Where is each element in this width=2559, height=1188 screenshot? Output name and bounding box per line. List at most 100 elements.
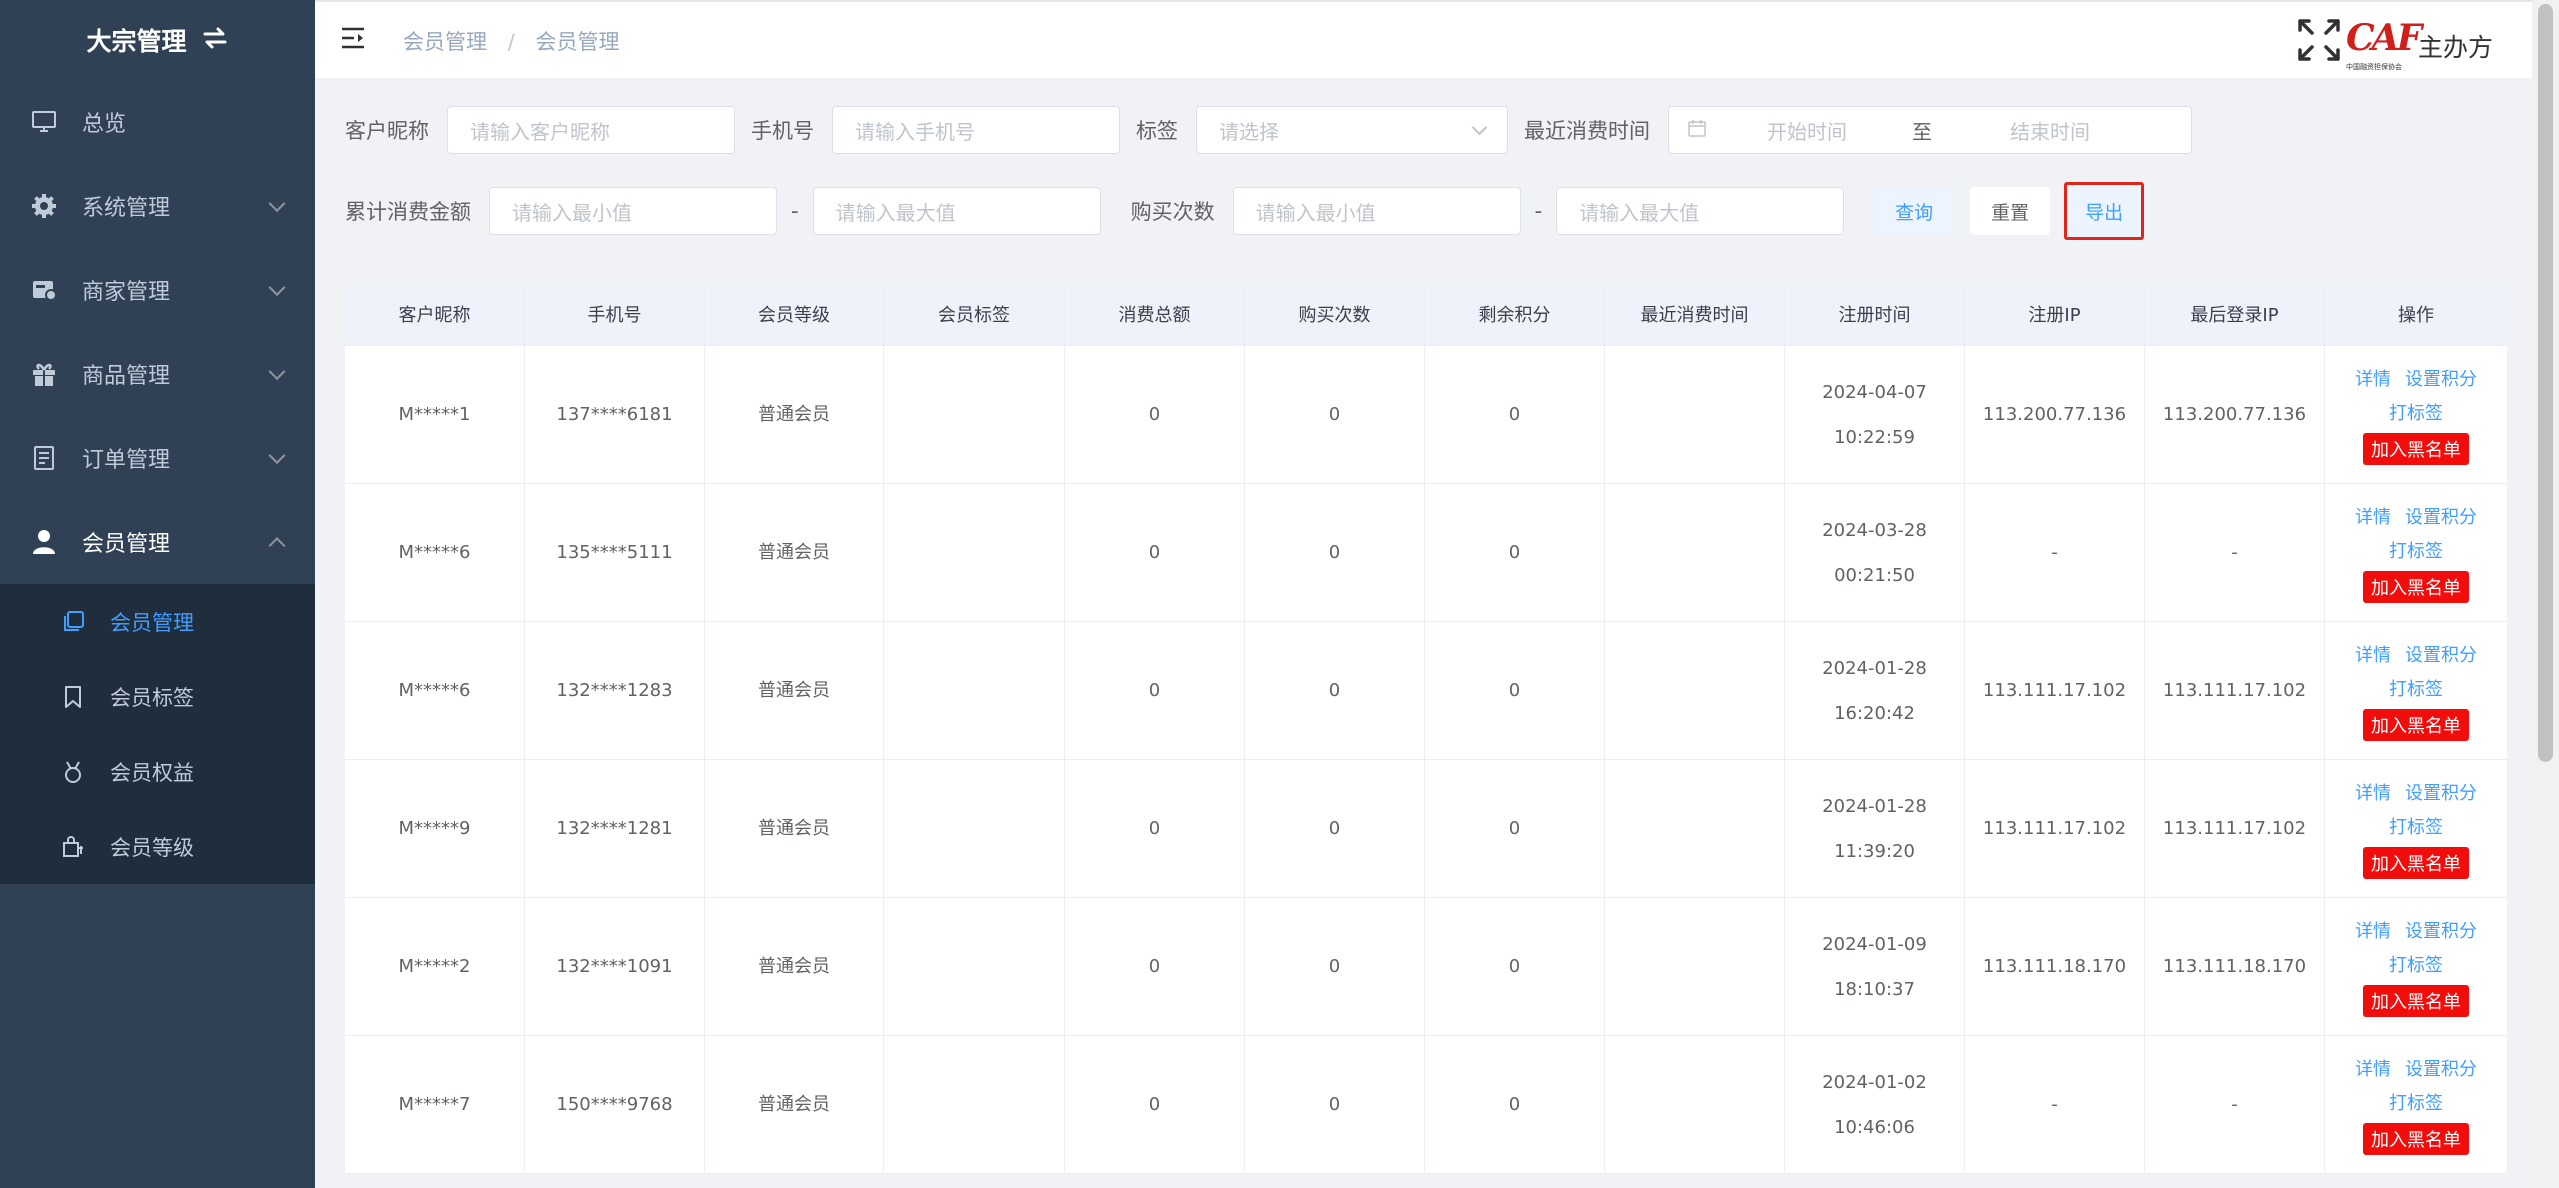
last-ip-cell: 113.111.18.170 — [2145, 898, 2325, 1035]
copy-icon — [60, 609, 86, 635]
submenu-item-member-rights[interactable]: 会员权益 — [0, 734, 315, 809]
submenu-item-member-manage[interactable]: 会员管理 — [0, 584, 315, 659]
count-min-input[interactable]: 请输入最小值 — [1232, 187, 1521, 235]
tag-link[interactable]: 打标签 — [2389, 537, 2443, 563]
export-button[interactable]: 导出 — [2064, 182, 2145, 240]
detail-link[interactable]: 详情 — [2355, 365, 2391, 391]
end-time-input[interactable]: 结束时间 — [1937, 116, 2163, 145]
detail-link[interactable]: 详情 — [2355, 503, 2391, 529]
tag-select[interactable]: 请选择 — [1196, 106, 1508, 154]
tag-link[interactable]: 打标签 — [2389, 399, 2443, 425]
amount-min-input[interactable]: 请输入最小值 — [489, 187, 777, 235]
count-cell: 0 — [1245, 622, 1425, 759]
recent-cell — [1605, 484, 1785, 621]
sidebar-item-overview[interactable]: 总览 — [0, 80, 315, 164]
chevron-down-icon — [268, 195, 286, 213]
reset-button[interactable]: 重置 — [1970, 187, 2051, 235]
chevron-down-icon — [268, 279, 286, 297]
submenu-item-label: 会员等级 — [110, 835, 194, 860]
sidebar-item-member[interactable]: 会员管理 — [0, 500, 315, 584]
recent-consume-label: 最近消费时间 — [1524, 119, 1650, 143]
nickname-input[interactable]: 请输入客户昵称 — [447, 106, 735, 154]
submenu-item-member-tag[interactable]: 会员标签 — [0, 659, 315, 734]
calendar-icon — [1687, 118, 1707, 143]
breadcrumb-item[interactable]: 会员管理 — [403, 30, 487, 54]
detail-link[interactable]: 详情 — [2355, 917, 2391, 943]
count-range-dash: - — [1534, 199, 1543, 223]
last-ip-cell: 113.200.77.136 — [2145, 346, 2325, 483]
blacklist-button[interactable]: 加入黑名单 — [2363, 432, 2469, 465]
tag-link[interactable]: 打标签 — [2389, 813, 2443, 839]
start-time-input[interactable]: 开始时间 — [1707, 116, 1907, 145]
blacklist-button[interactable]: 加入黑名单 — [2363, 1122, 2469, 1155]
caf-logo: CAF 中国融资担保协会 — [2346, 18, 2422, 74]
phone-cell: 132****1283 — [525, 622, 705, 759]
tag-link[interactable]: 打标签 — [2389, 951, 2443, 977]
detail-link[interactable]: 详情 — [2355, 779, 2391, 805]
level-cell: 普通会员 — [705, 898, 884, 1035]
scrollbar-thumb[interactable] — [2538, 4, 2553, 762]
nickname-cell: M*****2 — [345, 898, 525, 1035]
amount-label: 累计消费金额 — [345, 200, 471, 224]
bag-icon — [60, 834, 86, 860]
blacklist-button[interactable]: 加入黑名单 — [2363, 708, 2469, 741]
nickname-cell: M*****6 — [345, 484, 525, 621]
set-points-link[interactable]: 设置积分 — [2405, 917, 2477, 943]
blacklist-button[interactable]: 加入黑名单 — [2363, 570, 2469, 603]
recent-consume-daterange[interactable]: 开始时间 至 结束时间 — [1668, 106, 2192, 154]
column-header: 客户昵称 — [345, 286, 525, 345]
brand-title: 大宗管理 — [86, 27, 187, 56]
actions-cell: 详情 设置积分 打标签 加入黑名单 — [2325, 484, 2507, 621]
page-scrollbar[interactable] — [2532, 0, 2559, 1188]
sidebar-item-merchant[interactable]: 商家管理 — [0, 248, 315, 332]
query-button[interactable]: 查询 — [1874, 187, 1955, 235]
blacklist-button[interactable]: 加入黑名单 — [2363, 846, 2469, 879]
tag-select-placeholder: 请选择 — [1219, 119, 1279, 144]
breadcrumb-item: 会员管理 — [535, 30, 620, 54]
nickname-label: 客户昵称 — [345, 119, 429, 143]
set-points-link[interactable]: 设置积分 — [2405, 1055, 2477, 1081]
detail-link[interactable]: 详情 — [2355, 1055, 2391, 1081]
fullscreen-icon[interactable] — [2297, 18, 2341, 66]
set-points-link[interactable]: 设置积分 — [2405, 641, 2477, 667]
set-points-link[interactable]: 设置积分 — [2405, 779, 2477, 805]
phone-label: 手机号 — [751, 119, 814, 143]
phone-input[interactable]: 请输入手机号 — [832, 106, 1120, 154]
monitor-icon — [30, 108, 58, 136]
phone-cell: 132****1281 — [525, 760, 705, 897]
count-max-input[interactable]: 请输入最大值 — [1556, 187, 1845, 235]
detail-link[interactable]: 详情 — [2355, 641, 2391, 667]
phone-cell: 150****9768 — [525, 1036, 705, 1173]
tag-link[interactable]: 打标签 — [2389, 675, 2443, 701]
member-submenu: 会员管理 会员标签 会员权益 会员等级 — [0, 584, 315, 884]
actions-cell: 详情 设置积分 打标签 加入黑名单 — [2325, 622, 2507, 759]
range-separator: 至 — [1912, 119, 1932, 144]
swap-icon[interactable] — [201, 24, 229, 57]
hamburger-icon[interactable] — [340, 26, 366, 54]
sidebar-item-order[interactable]: 订单管理 — [0, 416, 315, 500]
last-ip-cell: 113.111.17.102 — [2145, 760, 2325, 897]
points-cell: 0 — [1425, 346, 1605, 483]
submenu-item-member-level[interactable]: 会员等级 — [0, 809, 315, 884]
table-row: M*****9 132****1281 普通会员 0 0 0 2024-01-2… — [345, 760, 2507, 898]
column-header: 最近消费时间 — [1605, 286, 1785, 345]
sidebar-item-goods[interactable]: 商品管理 — [0, 332, 315, 416]
blacklist-button[interactable]: 加入黑名单 — [2363, 984, 2469, 1017]
tag-cell — [884, 346, 1065, 483]
level-cell: 普通会员 — [705, 760, 884, 897]
set-points-link[interactable]: 设置积分 — [2405, 503, 2477, 529]
column-header: 手机号 — [525, 286, 705, 345]
level-cell: 普通会员 — [705, 346, 884, 483]
amount-max-input[interactable]: 请输入最大值 — [812, 187, 1101, 235]
sidebar-item-label: 会员管理 — [82, 532, 171, 557]
store-icon — [30, 276, 58, 304]
tag-link[interactable]: 打标签 — [2389, 1089, 2443, 1115]
sidebar-item-system[interactable]: 系统管理 — [0, 164, 315, 248]
set-points-link[interactable]: 设置积分 — [2405, 365, 2477, 391]
reg-time-cell: 2024-03-28 00:21:50 — [1785, 484, 1965, 621]
table-row: M*****1 137****6181 普通会员 0 0 0 2024-04-0… — [345, 346, 2507, 484]
level-cell: 普通会员 — [705, 622, 884, 759]
filter-row-1: 客户昵称 请输入客户昵称 手机号 请输入手机号 标签 请选择 最近消费时间 开始… — [345, 106, 2192, 154]
tag-cell — [884, 1036, 1065, 1173]
reg-time-cell: 2024-01-09 18:10:37 — [1785, 898, 1965, 1035]
